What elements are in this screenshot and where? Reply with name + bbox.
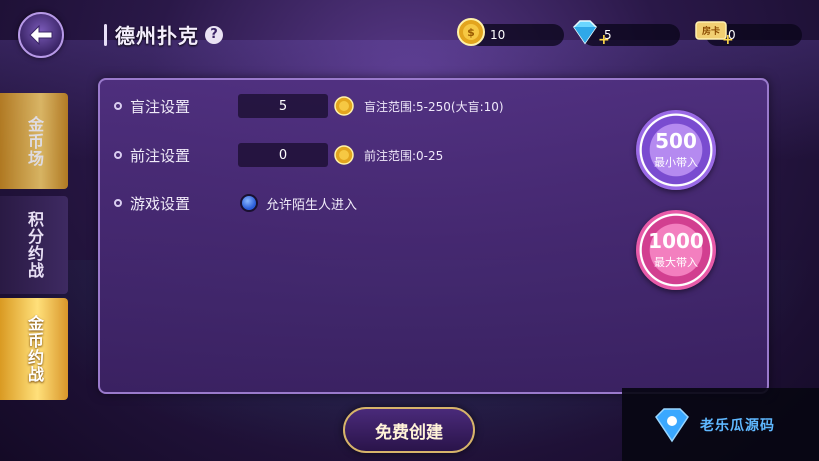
- diamond-add-icon[interactable]: +: [598, 32, 610, 48]
- blind-label: 盲注设置: [130, 97, 191, 116]
- page-title: 德州扑克: [115, 24, 199, 48]
- tab-gold-match[interactable]: 金币约战: [0, 298, 68, 400]
- diamond-resource[interactable]: + 5: [573, 20, 680, 48]
- bullet-icon: [114, 199, 122, 207]
- coin-icon: [334, 145, 354, 165]
- ante-label: 前注设置: [130, 146, 191, 165]
- svg-text:$: $: [467, 26, 475, 39]
- back-button[interactable]: [18, 12, 64, 58]
- diamond-icon: [573, 20, 597, 45]
- bullet-icon: [114, 102, 122, 110]
- game-setting-label: 游戏设置: [130, 194, 191, 213]
- ante-range: 前注范围:0-25: [364, 148, 444, 163]
- blind-setting-row: 盲注设置 5 盲注范围:5-250(大盲:10): [114, 93, 504, 119]
- min-buyin-value: 500: [655, 128, 697, 153]
- tab-score-match[interactable]: 积分约战: [0, 196, 68, 294]
- min-buyin-chip[interactable]: 500 最小带入: [636, 110, 716, 190]
- max-buyin-chip[interactable]: 1000 最大带入: [636, 210, 716, 290]
- title-divider: [104, 23, 107, 46]
- watermark-logo-icon: [655, 407, 689, 442]
- bullet-icon: [114, 151, 122, 159]
- blind-range: 盲注范围:5-250(大盲:10): [364, 99, 504, 114]
- ante-input[interactable]: 0: [238, 143, 328, 167]
- tab-gold-field[interactable]: 金币场: [0, 93, 68, 189]
- back-arrow-icon: [29, 24, 53, 46]
- ticket-add-icon[interactable]: +: [722, 32, 734, 48]
- free-create-button[interactable]: 免费创建: [343, 407, 475, 453]
- page-header: 德州扑克 ?: [104, 20, 223, 49]
- blind-input[interactable]: 5: [238, 94, 328, 118]
- gold-resource[interactable]: $ 10: [457, 18, 564, 46]
- coin-icon: [334, 96, 354, 116]
- max-buyin-label: 最大带入: [654, 255, 698, 269]
- ticket-resource[interactable]: 房卡 + 0: [695, 21, 802, 48]
- allow-strangers-label[interactable]: 允许陌生人进入: [266, 194, 357, 213]
- allow-strangers-radio[interactable]: [240, 194, 258, 212]
- room-card-label: 房卡: [702, 25, 720, 37]
- watermark: 老乐瓜源码: [622, 388, 819, 461]
- min-buyin-label: 最小带入: [654, 155, 698, 169]
- watermark-text: 老乐瓜源码: [700, 417, 775, 434]
- gold-coin-icon: $: [457, 18, 485, 46]
- gold-count: 10: [490, 28, 506, 42]
- help-icon[interactable]: ?: [205, 25, 223, 44]
- game-setting-row: 游戏设置 允许陌生人进入: [114, 190, 357, 216]
- settings-panel: 盲注设置 5 盲注范围:5-250(大盲:10) 前注设置 0 前注范围:0-2…: [98, 78, 769, 394]
- ante-setting-row: 前注设置 0 前注范围:0-25: [114, 142, 443, 168]
- max-buyin-value: 1000: [648, 228, 704, 253]
